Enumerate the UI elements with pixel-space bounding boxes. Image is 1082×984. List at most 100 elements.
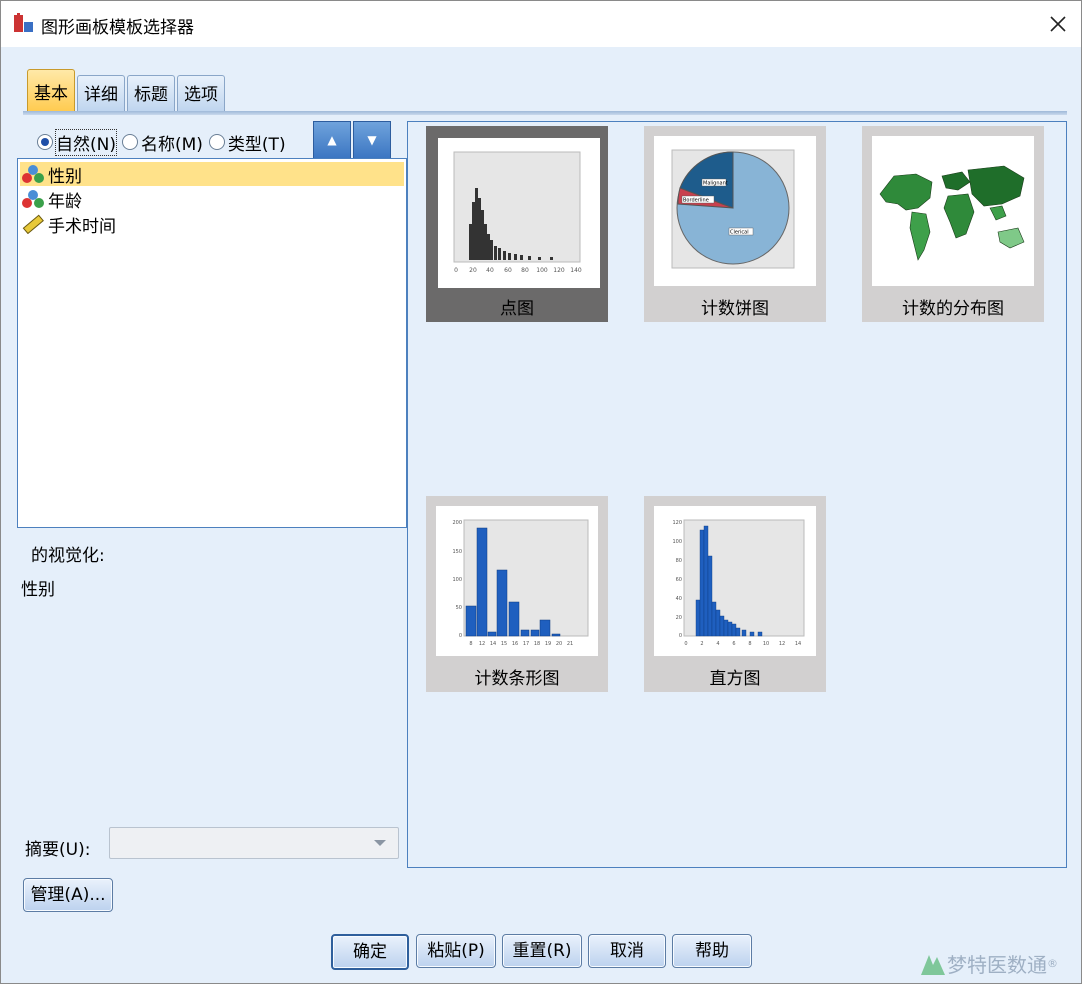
sort-descending-button[interactable]: ▼	[353, 121, 391, 159]
histogram-thumbnail: 120 100 80 60 40 20 0 0 2 4 6 8 10 12 14	[654, 506, 816, 656]
tab-basic[interactable]: 基本	[27, 69, 75, 114]
svg-text:14: 14	[490, 641, 496, 647]
svg-text:80: 80	[521, 267, 529, 274]
chart-gallery: 0 20 40 60 80 100 120 140 点图 Malignant B…	[407, 121, 1067, 868]
svg-text:4: 4	[716, 641, 719, 647]
svg-text:12: 12	[779, 641, 785, 647]
svg-text:8: 8	[469, 641, 472, 647]
svg-text:120: 120	[553, 267, 565, 274]
gallery-item-histogram[interactable]: 120 100 80 60 40 20 0 0 2 4 6 8 10 12 14…	[644, 496, 826, 692]
svg-text:6: 6	[732, 641, 735, 647]
svg-text:0: 0	[459, 633, 462, 639]
svg-text:Clerical: Clerical	[730, 230, 749, 236]
sort-radio-group: 自然(N) 名称(M) 类型(T)	[37, 128, 292, 156]
svg-text:60: 60	[676, 577, 682, 583]
sort-ascending-button[interactable]: ▲	[313, 121, 351, 159]
window-title: 图形画板模板选择器	[41, 18, 194, 38]
gallery-item-count-bar[interactable]: 200 150 100 50 0 8 12 14 15 16 17 18 19 …	[426, 496, 608, 692]
tab-divider	[23, 111, 1067, 115]
list-item-variable[interactable]: 年龄	[20, 187, 404, 212]
list-item-variable[interactable]: 手术时间	[20, 212, 404, 237]
dialog-window: 图形画板模板选择器 基本 详细 标题 选项 自然(N) 名称(M) 类型(T) …	[0, 0, 1082, 984]
variable-label: 手术时间	[48, 216, 116, 237]
dot-plot-thumbnail: 0 20 40 60 80 100 120 140	[438, 138, 600, 288]
gallery-item-label: 计数的分布图	[902, 299, 1004, 319]
title-bar: 图形画板模板选择器	[1, 1, 1081, 47]
radio-on-icon	[37, 134, 53, 150]
svg-text:21: 21	[567, 641, 573, 647]
pie-chart-icon: Malignant Borderline Clerical	[671, 149, 795, 269]
list-item-variable[interactable]: 性别	[20, 162, 404, 187]
reset-button[interactable]: 重置(R)	[502, 934, 582, 968]
svg-text:200: 200	[452, 520, 462, 526]
sort-natural-radio[interactable]: 自然(N)	[37, 128, 117, 156]
gallery-item-count-map[interactable]: 计数的分布图	[862, 126, 1044, 322]
summary-select[interactable]	[109, 827, 399, 859]
close-icon[interactable]	[1045, 11, 1071, 37]
watermark-mark: ®	[1047, 957, 1058, 970]
svg-text:2: 2	[700, 641, 703, 647]
world-map-icon	[879, 165, 1025, 261]
svg-text:12: 12	[479, 641, 485, 647]
nominal-icon	[22, 190, 44, 208]
pie-thumbnail: Malignant Borderline Clerical	[654, 136, 816, 286]
bar-thumbnail: 200 150 100 50 0 8 12 14 15 16 17 18 19 …	[436, 506, 598, 656]
svg-text:0: 0	[684, 641, 687, 647]
chevron-down-icon	[374, 840, 386, 846]
help-button[interactable]: 帮助	[672, 934, 752, 968]
ok-button[interactable]: 确定	[331, 934, 409, 970]
tab-detailed[interactable]: 详细	[77, 75, 125, 114]
histogram-icon: 120 100 80 60 40 20 0 0 2 4 6 8 10 12 14	[672, 519, 805, 647]
sort-name-radio[interactable]: 名称(M)	[121, 130, 203, 155]
svg-text:10: 10	[763, 641, 769, 647]
svg-text:Malignant: Malignant	[703, 181, 728, 187]
svg-text:14: 14	[795, 641, 801, 647]
app-chart-icon	[14, 13, 33, 32]
manage-button[interactable]: 管理(A)...	[23, 878, 113, 912]
gallery-item-dot-plot[interactable]: 0 20 40 60 80 100 120 140 点图	[426, 126, 608, 322]
svg-text:120: 120	[672, 520, 682, 526]
variable-label: 年龄	[48, 191, 82, 212]
variable-list[interactable]: 性别 年龄 手术时间	[17, 158, 407, 528]
nominal-icon	[22, 165, 44, 183]
svg-text:140: 140	[570, 267, 582, 274]
summary-label: 摘要(U):	[25, 840, 91, 860]
svg-text:20: 20	[556, 641, 562, 647]
sort-descending-icon: ▼	[367, 133, 377, 147]
svg-text:15: 15	[501, 641, 507, 647]
visualization-value: 性别	[21, 580, 55, 600]
visualization-label: 的视觉化:	[31, 546, 105, 566]
watermark-logo-icon	[921, 954, 945, 975]
gallery-item-label: 点图	[500, 299, 534, 319]
svg-text:100: 100	[672, 539, 682, 545]
svg-text:16: 16	[512, 641, 518, 647]
svg-text:100: 100	[536, 267, 548, 274]
tab-options[interactable]: 选项	[177, 75, 225, 114]
svg-text:0: 0	[454, 267, 458, 274]
sort-ascending-icon: ▲	[327, 133, 337, 147]
cancel-button[interactable]: 取消	[588, 934, 666, 968]
gallery-item-count-pie[interactable]: Malignant Borderline Clerical 计数饼图	[644, 126, 826, 322]
scale-ruler-icon	[22, 214, 44, 234]
bar-chart-icon: 200 150 100 50 0 8 12 14 15 16 17 18 19 …	[452, 519, 589, 647]
watermark: 梦特医数通 ®	[919, 949, 1058, 978]
tab-titles[interactable]: 标题	[127, 75, 175, 114]
svg-text:100: 100	[452, 577, 462, 583]
svg-text:20: 20	[676, 615, 682, 621]
svg-text:19: 19	[545, 641, 551, 647]
sort-type-radio[interactable]: 类型(T)	[208, 130, 286, 155]
svg-text:40: 40	[486, 267, 494, 274]
svg-text:40: 40	[676, 596, 682, 602]
svg-text:8: 8	[748, 641, 751, 647]
radio-off-icon	[121, 134, 138, 150]
svg-text:17: 17	[523, 641, 529, 647]
svg-text:50: 50	[456, 605, 462, 611]
dot-plot-icon: 0 20 40 60 80 100 120 140	[453, 151, 582, 274]
gallery-item-label: 计数条形图	[474, 669, 560, 689]
svg-text:60: 60	[504, 267, 512, 274]
gallery-item-label: 计数饼图	[701, 299, 769, 319]
paste-button[interactable]: 粘贴(P)	[416, 934, 496, 968]
svg-text:18: 18	[534, 641, 540, 647]
svg-text:20: 20	[469, 267, 477, 274]
svg-text:0: 0	[679, 633, 682, 639]
